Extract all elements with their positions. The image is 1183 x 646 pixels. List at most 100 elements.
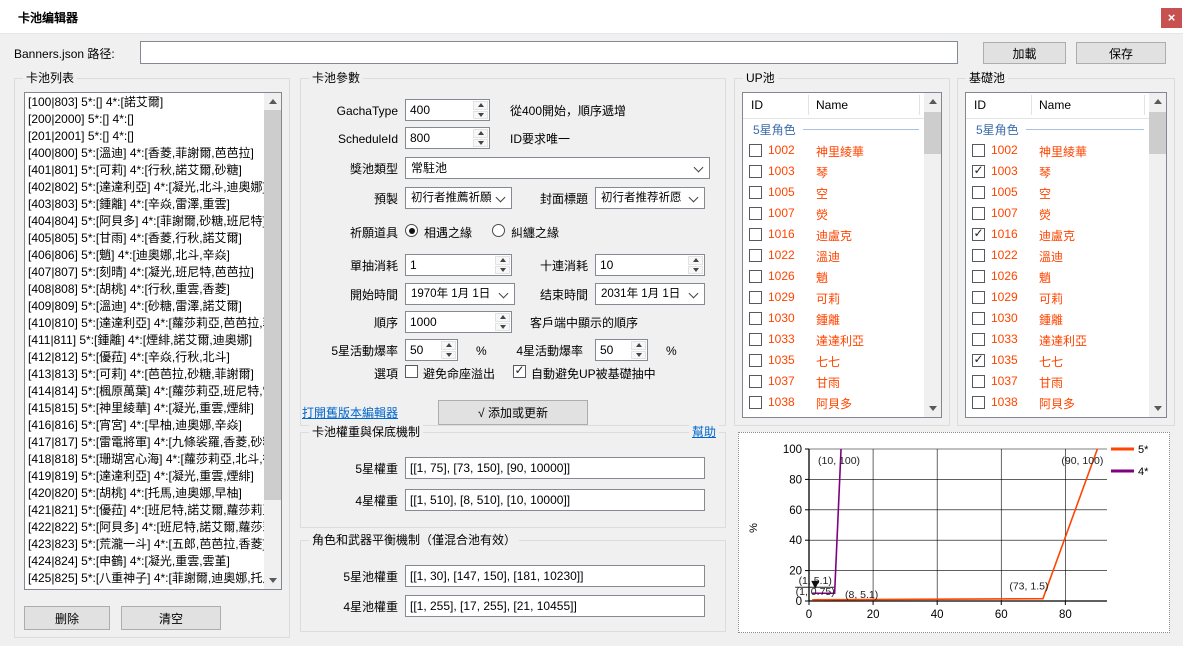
scroll-down-icon[interactable] <box>1149 400 1166 417</box>
list-item[interactable]: [420|820] 5*:[胡桃] 4*:[托馬,迪奧娜,早柚] <box>25 485 264 502</box>
row-checkbox[interactable] <box>972 186 985 199</box>
list-item[interactable]: [416|816] 5*:[宵宮] 4*:[早柚,迪奧娜,辛焱] <box>25 417 264 434</box>
table-row[interactable]: 1037甘雨 <box>743 371 924 392</box>
table-row[interactable]: 1016迪盧克 <box>743 224 924 245</box>
up-pool-scrollbar[interactable] <box>924 93 941 417</box>
spinner-icon[interactable] <box>495 313 510 331</box>
row-checkbox[interactable] <box>749 228 762 241</box>
table-row[interactable]: 1022溫迪 <box>966 245 1149 266</box>
star5-weight-input[interactable] <box>405 457 705 479</box>
list-item[interactable]: [417|817] 5*:[雷電將軍] 4*:[九條裟羅,香菱,砂糖] <box>25 434 264 451</box>
spinner-icon[interactable] <box>441 341 456 359</box>
table-row[interactable]: 1003琴 <box>966 161 1149 182</box>
list-item[interactable]: [423|823] 5*:[荒瀧一斗] 4*:[五郎,芭芭拉,香菱] <box>25 536 264 553</box>
list-item[interactable]: [407|807] 5*:[刻晴] 4*:[凝光,班尼特,芭芭拉] <box>25 264 264 281</box>
table-row[interactable]: 1038阿貝多 <box>743 392 924 413</box>
list-item[interactable]: [400|800] 5*:[溫迪] 4*:[香菱,菲謝爾,芭芭拉] <box>25 145 264 162</box>
scroll-thumb[interactable] <box>924 112 941 154</box>
row-checkbox[interactable] <box>749 144 762 157</box>
list-item[interactable]: [412|812] 5*:[優菈] 4*:[辛焱,行秋,北斗] <box>25 349 264 366</box>
list-item[interactable]: [402|802] 5*:[達達利亞] 4*:[凝光,北斗,迪奧娜] <box>25 179 264 196</box>
table-row[interactable]: 1035七七 <box>743 350 924 371</box>
list-item[interactable]: [406|806] 5*:[魈] 4*:[迪奧娜,北斗,辛焱] <box>25 247 264 264</box>
order-input[interactable]: 1000 <box>405 311 512 333</box>
scroll-up-icon[interactable] <box>924 93 941 110</box>
pool-type-select[interactable]: 常駐池 <box>405 157 710 179</box>
option-checkbox-0[interactable] <box>405 365 418 378</box>
row-checkbox[interactable] <box>972 354 985 367</box>
list-item[interactable]: [405|805] 5*:[甘雨] 4*:[香菱,行秋,諾艾爾] <box>25 230 264 247</box>
table-row[interactable]: 1022溫迪 <box>743 245 924 266</box>
scroll-down-icon[interactable] <box>264 572 281 589</box>
spinner-icon[interactable] <box>631 341 646 359</box>
table-row[interactable]: 1005空 <box>966 182 1149 203</box>
row-checkbox[interactable] <box>972 270 985 283</box>
list-item[interactable]: [419|819] 5*:[達達利亞] 4*:[凝光,重雲,煙緋] <box>25 468 264 485</box>
ten-cost-input[interactable]: 10 <box>595 254 705 276</box>
list-item[interactable]: [200|2000] 5*:[] 4*:[] <box>25 111 264 128</box>
table-row[interactable]: 1016迪盧克 <box>966 224 1149 245</box>
row-checkbox[interactable] <box>749 375 762 388</box>
table-row[interactable]: 1026魈 <box>966 266 1149 287</box>
table-row[interactable]: 1037甘雨 <box>966 371 1149 392</box>
row-checkbox[interactable] <box>749 207 762 220</box>
table-row[interactable]: 1035七七 <box>966 350 1149 371</box>
list-item[interactable]: [414|814] 5*:[楓原萬葉] 4*:[蘿莎莉亞,班尼特,雷澤] <box>25 383 264 400</box>
star4-weight-input[interactable] <box>405 489 705 511</box>
list-item[interactable]: [401|801] 5*:[可莉] 4*:[行秋,諾艾爾,砂糖] <box>25 162 264 179</box>
start-time-picker[interactable]: 1970年 1月 1日 <box>405 283 515 305</box>
table-row[interactable]: 1026魈 <box>743 266 924 287</box>
row-checkbox[interactable] <box>972 312 985 325</box>
row-checkbox[interactable] <box>749 396 762 409</box>
list-item[interactable]: [421|821] 5*:[優菈] 4*:[班尼特,諾艾爾,蘿莎莉亞] <box>25 502 264 519</box>
row-checkbox[interactable] <box>972 207 985 220</box>
table-row[interactable]: 1005空 <box>743 182 924 203</box>
table-row[interactable]: 1033達達利亞 <box>966 329 1149 350</box>
table-row[interactable]: 1007熒 <box>966 203 1149 224</box>
row-checkbox[interactable] <box>749 312 762 325</box>
star5-pool-weight-input[interactable] <box>405 565 705 587</box>
row-checkbox[interactable] <box>749 165 762 178</box>
table-row[interactable]: 1007熒 <box>743 203 924 224</box>
single-cost-input[interactable]: 1 <box>405 254 512 276</box>
list-item[interactable]: [403|803] 5*:[鍾離] 4*:[辛焱,雷澤,重雲] <box>25 196 264 213</box>
row-checkbox[interactable] <box>972 165 985 178</box>
end-time-picker[interactable]: 2031年 1月 1日 <box>595 283 705 305</box>
row-checkbox[interactable] <box>972 291 985 304</box>
list-item[interactable]: [201|2001] 5*:[] 4*:[] <box>25 128 264 145</box>
row-checkbox[interactable] <box>972 249 985 262</box>
open-old-editor-link[interactable]: 打開舊版本編輯器 <box>302 405 398 421</box>
gacha-type-input[interactable]: 400 <box>405 99 490 121</box>
table-row[interactable]: 1030鍾離 <box>743 308 924 329</box>
option-checkbox-1[interactable] <box>513 365 526 378</box>
close-icon[interactable]: × <box>1161 8 1182 28</box>
list-item[interactable]: [413|813] 5*:[可莉] 4*:[芭芭拉,砂糖,菲謝爾] <box>25 366 264 383</box>
list-item[interactable]: [422|822] 5*:[阿貝多] 4*:[班尼特,諾艾爾,蘿莎莉亞] <box>25 519 264 536</box>
wish-item-radio-0[interactable] <box>405 224 418 237</box>
table-row[interactable]: 1029可莉 <box>743 287 924 308</box>
row-checkbox[interactable] <box>749 249 762 262</box>
list-item[interactable]: [425|825] 5*:[八重神子] 4*:[菲謝爾,迪奧娜,托馬] <box>25 570 264 587</box>
scroll-up-icon[interactable] <box>264 93 281 110</box>
clear-button[interactable]: 清空 <box>121 606 221 630</box>
scroll-thumb[interactable] <box>264 110 281 500</box>
row-checkbox[interactable] <box>749 270 762 283</box>
table-row[interactable]: 1033達達利亞 <box>743 329 924 350</box>
list-item[interactable]: [415|815] 5*:[神里綾華] 4*:[凝光,重雲,煙緋] <box>25 400 264 417</box>
up-pool-table[interactable]: ID Name 5星角色 1002神里綾華1003琴1005空1007熒1016… <box>742 92 942 418</box>
row-checkbox[interactable] <box>972 228 985 241</box>
scroll-up-icon[interactable] <box>1149 93 1166 110</box>
table-row[interactable]: 1029可莉 <box>966 287 1149 308</box>
path-input[interactable] <box>140 41 958 64</box>
row-checkbox[interactable] <box>749 291 762 304</box>
preset-select[interactable]: 初行者推薦祈願 <box>405 187 512 209</box>
save-button[interactable]: 保存 <box>1076 42 1166 64</box>
table-row[interactable]: 1002神里綾華 <box>743 140 924 161</box>
row-checkbox[interactable] <box>972 396 985 409</box>
row-checkbox[interactable] <box>972 144 985 157</box>
spinner-icon[interactable] <box>473 129 488 147</box>
star5-rate-input[interactable]: 50 <box>405 339 458 361</box>
scroll-down-icon[interactable] <box>924 400 941 417</box>
pool-listbox[interactable]: [100|803] 5*:[] 4*:[諾艾爾][200|2000] 5*:[]… <box>24 92 282 590</box>
list-item[interactable]: [408|808] 5*:[胡桃] 4*:[行秋,重雲,香菱] <box>25 281 264 298</box>
